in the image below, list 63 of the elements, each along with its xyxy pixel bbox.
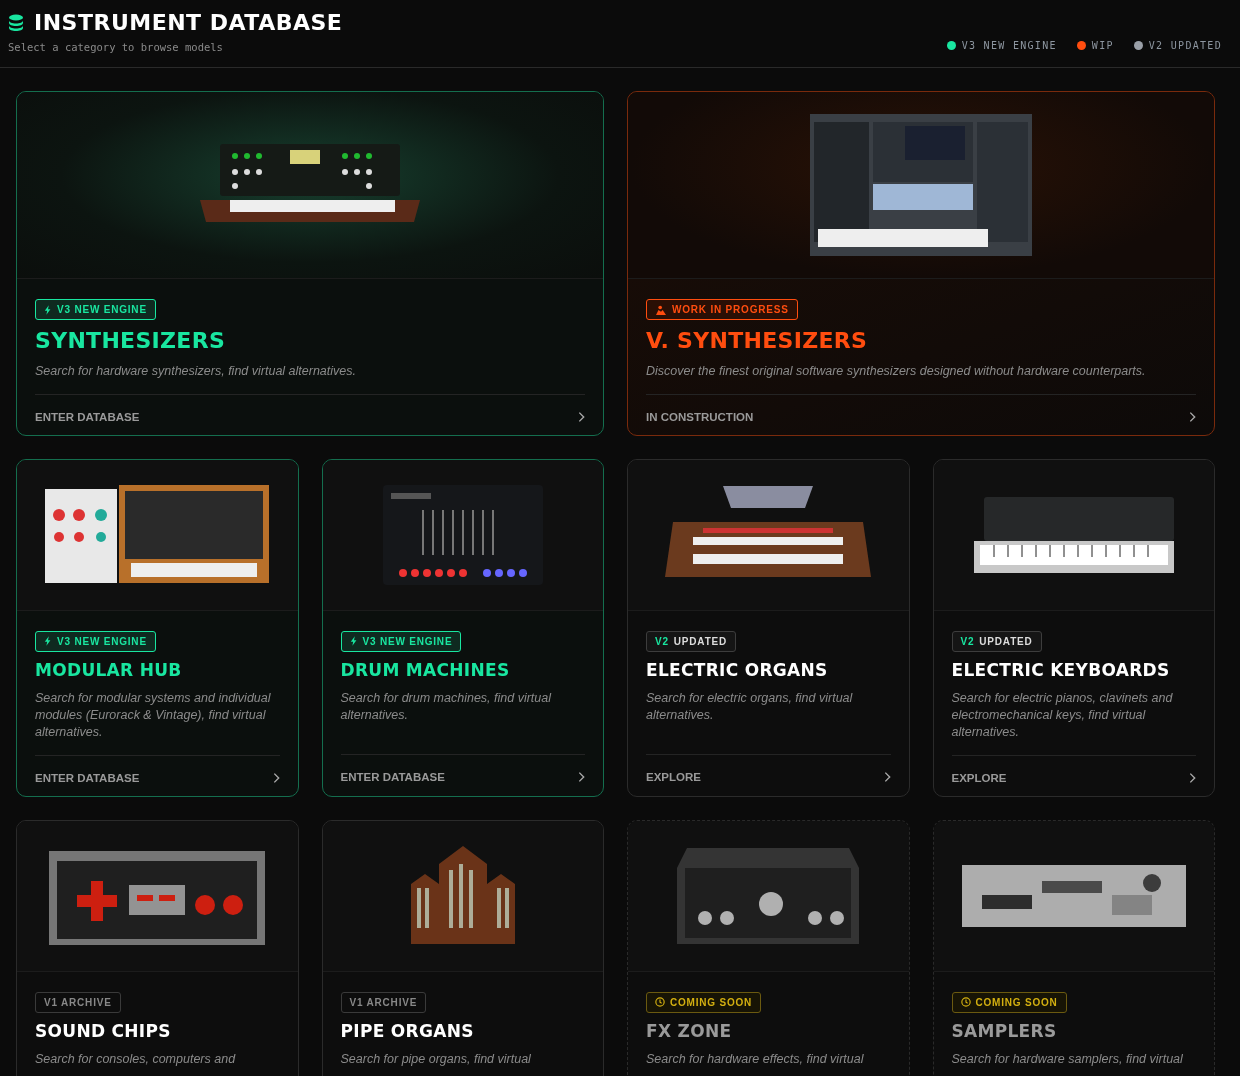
bolt-icon bbox=[44, 636, 52, 647]
card-title: SYNTHESIZERS bbox=[35, 328, 227, 353]
category-card[interactable]: COMING SOON SAMPLERS Search for hardware samplers, find virtual bbox=[932, 819, 1215, 1076]
status-badge: WORK IN PROGRESS bbox=[646, 299, 798, 320]
card-title: MODULAR HUB bbox=[35, 659, 183, 680]
category-card[interactable]: V2 UPDATED ELECTRIC ORGANS Search for electric organs, find virtual alternatives. EXPLORE bbox=[627, 458, 910, 797]
chevron-right-icon bbox=[883, 770, 891, 783]
category-card[interactable]: V1 ARCHIVE SOUND CHIPS Search for consoles, computers and bbox=[16, 819, 299, 1076]
card-description: Search for pipe organs, find virtual bbox=[340, 1050, 532, 1068]
status-badge: V3 NEW ENGINE bbox=[35, 630, 156, 652]
legend-label: V3 NEW ENGINE bbox=[961, 40, 1057, 51]
bolt-icon bbox=[44, 304, 52, 315]
card-description: Discover the finest original software synthesizers designed without hardware counterparts. bbox=[646, 363, 1147, 380]
card-link[interactable]: IN CONSTRUCTION bbox=[646, 393, 1196, 423]
status-badge: V2 UPDATED bbox=[646, 630, 737, 652]
chevron-right-icon bbox=[272, 771, 280, 784]
card-title: SAMPLERS bbox=[951, 1020, 1058, 1041]
card-description: Search for hardware samplers, find virtual bbox=[951, 1050, 1184, 1068]
category-card[interactable]: V3 NEW ENGINE DRUM MACHINES Search for drum machines, find virtual alternatives. ENTER DATABASE bbox=[321, 458, 604, 797]
chevron-right-icon bbox=[1189, 410, 1196, 423]
status-badge: V2 UPDATED bbox=[951, 630, 1042, 652]
chevron-right-icon bbox=[1189, 771, 1196, 784]
category-card[interactable]: V3 NEW ENGINE MODULAR HUB Search for modular systems and individual modules (Eurorack & Vintage), find virtual alternatives. ENTER DATABASE bbox=[16, 458, 299, 797]
card-link[interactable]: ENTER DATABASE bbox=[35, 393, 585, 423]
status-badge: V3 NEW ENGINE bbox=[35, 299, 156, 320]
card-link[interactable]: ENTER DATABASE bbox=[35, 754, 280, 784]
clock-icon bbox=[655, 997, 665, 1007]
card-description: Search for hardware synthesizers, find virtual alternatives. bbox=[35, 363, 357, 380]
category-card[interactable]: V1 ARCHIVE PIPE ORGANS Search for pipe organs, find virtual bbox=[321, 819, 604, 1076]
category-card[interactable]: COMING SOON FX ZONE Search for hardware effects, find virtual bbox=[627, 819, 910, 1076]
card-title: SOUND CHIPS bbox=[35, 1020, 172, 1041]
database-icon bbox=[8, 13, 24, 32]
clock-icon bbox=[960, 997, 971, 1007]
card-description: Search for consoles, computers and bbox=[35, 1050, 237, 1068]
card-link[interactable]: EXPLORE bbox=[951, 754, 1196, 784]
status-badge: COMING SOON bbox=[646, 991, 762, 1013]
status-badge: V1 ARCHIVE bbox=[340, 991, 427, 1013]
status-badge: V3 NEW ENGINE bbox=[340, 630, 462, 652]
card-title: FX ZONE bbox=[646, 1020, 733, 1041]
chevron-right-icon bbox=[578, 410, 585, 423]
card-title: DRUM MACHINES bbox=[340, 659, 511, 680]
card-link[interactable]: EXPLORE bbox=[646, 753, 891, 783]
page-title: INSTRUMENT DATABASE bbox=[34, 10, 343, 35]
category-card[interactable]: V3 NEW ENGINE SYNTHESIZERS Search for hardware synthesizers, find virtual alternatives. ENTER DATABASE bbox=[16, 91, 604, 436]
legend-label: WIP bbox=[1091, 40, 1114, 51]
chevron-right-icon bbox=[578, 770, 585, 783]
card-title: PIPE ORGANS bbox=[340, 1020, 475, 1041]
card-description: Search for electric pianos, clavinets and electromechanical keys, find virtual alternatives. bbox=[951, 689, 1174, 741]
card-description: Search for hardware effects, find virtual bbox=[646, 1050, 865, 1068]
category-card[interactable]: WORK IN PROGRESS V. SYNTHESIZERS Discover the finest original software synthesizers designed without hardware counterparts. IN CONSTRUCTION bbox=[627, 91, 1215, 436]
category-card[interactable]: V2 UPDATED ELECTRIC KEYBOARDS Search for electric pianos, clavinets and electromechanical keys, find virtual alternatives. EXPLORE bbox=[932, 458, 1215, 797]
status-badge: V1 ARCHIVE bbox=[35, 991, 121, 1013]
card-description: Search for electric organs, find virtual alternatives. bbox=[646, 689, 854, 724]
card-title: V. SYNTHESIZERS bbox=[646, 328, 869, 353]
card-title: ELECTRIC KEYBOARDS bbox=[951, 659, 1171, 680]
card-description: Search for drum machines, find virtual alternatives. bbox=[340, 689, 553, 724]
legend-label: V2 UPDATED bbox=[1148, 40, 1222, 51]
page-subtitle: Select a category to browse models bbox=[8, 41, 224, 53]
card-title: ELECTRIC ORGANS bbox=[646, 659, 829, 680]
bolt-icon bbox=[349, 636, 358, 647]
status-badge: COMING SOON bbox=[951, 991, 1067, 1013]
card-link[interactable]: ENTER DATABASE bbox=[340, 753, 585, 783]
card-description: Search for modular systems and individual modules (Eurorack & Vintage), find virtual alternatives. bbox=[35, 689, 272, 741]
